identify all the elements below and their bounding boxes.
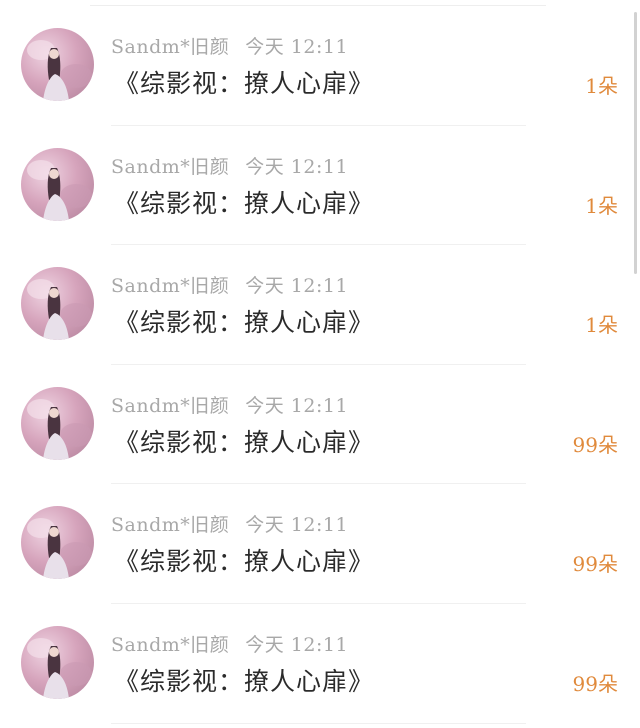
user-name[interactable]: Sandm*旧颜 — [111, 395, 229, 417]
gift-record-list[interactable]: Sandm*旧颜 今天 12:11 《综影视：撩人心扉》 1朵 Sandm*旧颜今… — [0, 6, 640, 724]
record-meta: Sandm*旧颜 今天 12:11 — [111, 391, 348, 418]
record-time: 今天 12:11 — [245, 155, 349, 178]
book-title[interactable]: 《综影视：撩人心扉》 — [114, 423, 374, 459]
record-meta: Sandm*旧颜 今天 12:11 — [111, 630, 348, 657]
gift-amount: 99朵 — [572, 552, 618, 577]
book-title[interactable]: 《综影视：撩人心扉》 — [114, 662, 374, 698]
record-meta: Sandm*旧颜 今天 12:11 — [111, 32, 348, 59]
book-title[interactable]: 《综影视：撩人心扉》 — [114, 542, 374, 578]
user-avatar[interactable] — [21, 28, 94, 101]
avatar-portrait-icon — [27, 398, 92, 460]
avatar-portrait-icon — [27, 637, 92, 699]
gift-amount: 99朵 — [572, 432, 618, 457]
scrollbar[interactable] — [634, 12, 637, 274]
record-time: 今天 12:11 — [245, 394, 349, 417]
record-time: 今天 12:11 — [245, 275, 349, 298]
user-avatar[interactable] — [21, 625, 94, 699]
gift-record-row[interactable]: Sandm*旧颜 今天 12:11 《综影视：撩人心扉》 99朵 — [0, 365, 640, 485]
avatar-portrait-icon — [27, 40, 92, 101]
gift-amount: 99朵 — [572, 671, 618, 696]
gift-record-row[interactable]: Sandm*旧颜 今天 12:11 《综影视：撩人心扉》 99朵 — [0, 604, 640, 724]
gift-record-row[interactable]: Sandm*旧颜 今天 12:11 《综影视：撩人心扉》 1朵 — [0, 126, 640, 246]
record-time: 今天 12:11 — [245, 633, 349, 656]
record-meta: Sandm*旧颜 今天 12:11 — [111, 152, 348, 179]
user-avatar[interactable] — [21, 267, 94, 341]
book-title[interactable]: 《综影视：撩人心扉》 — [114, 64, 374, 100]
record-meta: Sandm*旧颜 今天 12:11 — [111, 271, 348, 298]
avatar-portrait-icon — [27, 279, 92, 341]
user-name[interactable]: Sandm*旧颜 — [111, 634, 229, 656]
gift-amount: 1朵 — [585, 313, 618, 338]
user-name[interactable]: Sandm*旧颜 — [111, 275, 229, 297]
user-avatar[interactable] — [21, 386, 94, 460]
user-name[interactable]: Sandm*旧颜 — [111, 36, 229, 58]
user-name[interactable]: Sandm*旧颜 — [111, 156, 229, 178]
record-meta: Sandm*旧颜 今天 12:11 — [111, 510, 348, 537]
avatar-portrait-icon — [27, 518, 92, 580]
user-avatar[interactable] — [21, 147, 94, 221]
record-time: 今天 12:11 — [245, 514, 349, 537]
gift-records-page: Sandm*旧颜 今天 12:11 《综影视：撩人心扉》 1朵 Sandm*旧颜今… — [0, 0, 640, 728]
avatar-portrait-icon — [27, 159, 92, 221]
gift-amount: 1朵 — [585, 74, 618, 98]
gift-record-row[interactable]: Sandm*旧颜 今天 12:11 《综影视：撩人心扉》 99朵 — [0, 484, 640, 604]
gift-record-row[interactable]: Sandm*旧颜 今天 12:11 《综影视：撩人心扉》 1朵 — [0, 245, 640, 365]
record-time: 今天 12:11 — [245, 36, 349, 58]
gift-amount: 1朵 — [585, 193, 618, 218]
book-title[interactable]: 《综影视：撩人心扉》 — [114, 184, 374, 220]
book-title[interactable]: 《综影视：撩人心扉》 — [114, 303, 374, 339]
user-name[interactable]: Sandm*旧颜 — [111, 514, 229, 536]
row-divider — [111, 722, 526, 724]
user-avatar[interactable] — [21, 506, 94, 580]
gift-record-row[interactable]: Sandm*旧颜 今天 12:11 《综影视：撩人心扉》 1朵 — [0, 6, 640, 126]
